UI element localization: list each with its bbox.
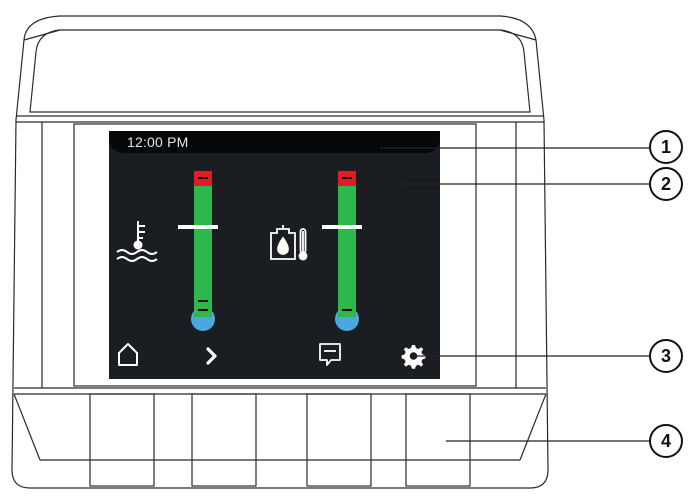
callout-2: 2 (649, 167, 683, 201)
callout-leaders (380, 147, 650, 442)
callout-3: 3 (649, 339, 683, 373)
callout-4: 4 (649, 424, 683, 458)
callout-1: 1 (649, 130, 683, 164)
